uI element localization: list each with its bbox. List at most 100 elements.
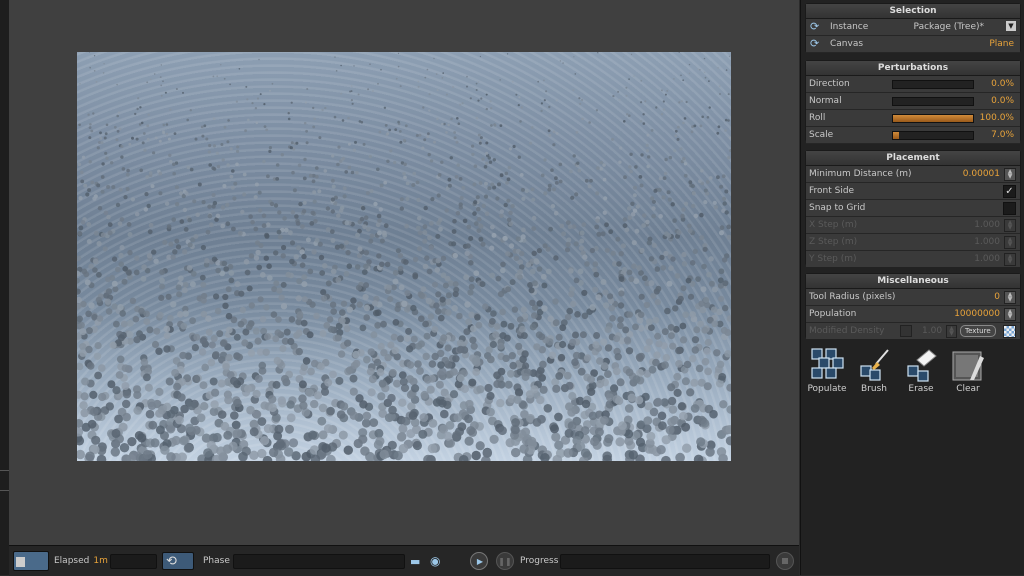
population-row[interactable]: Population 10000000 ▲ ▼ xyxy=(806,306,1020,323)
progress-label: Progress xyxy=(520,556,559,566)
erase-icon xyxy=(903,346,939,382)
perturbation-row[interactable]: Normal 0.0% xyxy=(806,93,1020,110)
forest-render-texture xyxy=(77,52,731,461)
front-side-row[interactable]: Front Side ✓ xyxy=(806,183,1020,200)
pause-button[interactable]: ❚❚ xyxy=(496,552,514,570)
perturbation-label: Scale xyxy=(809,130,834,140)
perturbation-label: Normal xyxy=(809,96,842,106)
populate-tool-button[interactable]: Populate xyxy=(805,346,849,394)
z-step-label: Z Step (m) xyxy=(809,237,858,247)
perturbations-title: Perturbations xyxy=(806,61,1020,76)
density-row: Modified Density 1.00 ▲ ▼ Texture xyxy=(806,323,1020,339)
z-step-value: 1.000 xyxy=(974,237,1000,247)
x-step-label: X Step (m) xyxy=(809,220,858,230)
brush-label: Brush xyxy=(861,384,887,394)
perturbation-value: 7.0% xyxy=(991,130,1014,140)
selection-section: Selection ⟳ Instance Package (Tree)* ▼ ⟳… xyxy=(805,3,1021,53)
snap-to-grid-row[interactable]: Snap to Grid xyxy=(806,200,1020,217)
brush-tool-button[interactable]: Brush xyxy=(852,346,896,394)
min-distance-label: Minimum Distance (m) xyxy=(809,169,912,179)
perturbation-value: 0.0% xyxy=(991,96,1014,106)
tool-radius-label: Tool Radius (pixels) xyxy=(809,292,896,302)
perturbation-row[interactable]: Direction 0.0% xyxy=(806,76,1020,93)
min-distance-spinner[interactable]: ▲ ▼ xyxy=(1004,168,1016,181)
stop-button[interactable] xyxy=(776,552,794,570)
perturbation-slider[interactable] xyxy=(892,131,974,140)
erase-label: Erase xyxy=(908,384,934,394)
snap-to-grid-label: Snap to Grid xyxy=(809,203,866,213)
instance-label: Instance xyxy=(830,22,869,32)
globe-icon[interactable]: ◉ xyxy=(430,554,440,568)
y-step-row: Y Step (m) 1.000 ▲ ▼ xyxy=(806,251,1020,267)
perturbation-slider[interactable] xyxy=(892,114,974,123)
population-value[interactable]: 10000000 xyxy=(954,306,1000,322)
min-distance-row[interactable]: Minimum Distance (m) 0.00001 ▲ ▼ xyxy=(806,166,1020,183)
density-swatch xyxy=(900,325,912,337)
perturbation-slider[interactable] xyxy=(892,97,974,106)
population-label: Population xyxy=(809,309,857,319)
instance-row[interactable]: ⟳ Instance Package (Tree)* ▼ xyxy=(806,19,1020,36)
z-step-row: Z Step (m) 1.000 ▲ ▼ xyxy=(806,234,1020,251)
density-value: 1.00 xyxy=(922,326,943,336)
clear-tool-button[interactable]: Clear xyxy=(946,346,990,394)
play-button[interactable]: ▶ xyxy=(470,552,488,570)
populate-icon xyxy=(809,346,845,382)
canvas-value: Plane xyxy=(989,39,1014,49)
y-step-value: 1.000 xyxy=(974,254,1000,264)
miscellaneous-section: Miscellaneous Tool Radius (pixels) 0 ▲ ▼ … xyxy=(805,273,1021,339)
tool-radius-row[interactable]: Tool Radius (pixels) 0 ▲ ▼ xyxy=(806,289,1020,306)
render-preview-button[interactable] xyxy=(13,551,49,571)
density-spinner: ▲ ▼ xyxy=(946,325,957,338)
placement-title: Placement xyxy=(806,151,1020,166)
x-step-value: 1.000 xyxy=(974,220,1000,230)
render-image xyxy=(77,52,731,461)
populate-label: Populate xyxy=(807,384,847,394)
perturbations-section: Perturbations Direction 0.0% Normal 0.0%… xyxy=(805,60,1021,144)
clear-label: Clear xyxy=(956,384,980,394)
texture-checker-icon[interactable] xyxy=(1003,325,1016,338)
y-step-spinner: ▲ ▼ xyxy=(1004,253,1016,266)
perturbation-label: Direction xyxy=(809,79,850,89)
perturbation-label: Roll xyxy=(809,113,826,123)
instance-dropdown-icon[interactable]: ▼ xyxy=(1006,21,1016,31)
tool-radius-spinner[interactable]: ▲ ▼ xyxy=(1004,291,1016,304)
miscellaneous-title: Miscellaneous xyxy=(806,274,1020,289)
refresh-render-button[interactable]: ⟲ xyxy=(162,552,194,570)
x-step-row: X Step (m) 1.000 ▲ ▼ xyxy=(806,217,1020,234)
phase-label: Phase xyxy=(203,556,230,566)
erase-tool-button[interactable]: Erase xyxy=(899,346,943,394)
z-step-spinner: ▲ ▼ xyxy=(1004,236,1016,249)
phase-field xyxy=(233,553,405,569)
left-edge-strip xyxy=(0,0,9,575)
x-step-spinner: ▲ ▼ xyxy=(1004,219,1016,232)
canvas-row[interactable]: ⟳ Canvas Plane xyxy=(806,36,1020,53)
render-viewport[interactable] xyxy=(9,0,799,545)
clear-icon xyxy=(950,346,986,382)
elapsed-label: Elapsed xyxy=(54,556,90,566)
snap-to-grid-checkbox[interactable] xyxy=(1003,202,1016,215)
properties-panel: Selection ⟳ Instance Package (Tree)* ▼ ⟳… xyxy=(800,0,1024,575)
density-label: Modified Density xyxy=(809,326,885,336)
brush-icon xyxy=(856,346,892,382)
front-side-checkbox[interactable]: ✓ xyxy=(1003,185,1016,198)
front-side-label: Front Side xyxy=(809,186,855,196)
perturbation-row[interactable]: Scale 7.0% xyxy=(806,127,1020,144)
tool-radius-value[interactable]: 0 xyxy=(994,289,1000,305)
perturbation-value: 0.0% xyxy=(991,79,1014,89)
progress-bar xyxy=(560,553,770,569)
texture-button[interactable]: Texture xyxy=(960,325,996,337)
sync-icon[interactable]: ⟳ xyxy=(810,38,819,50)
perturbation-value: 100.0% xyxy=(979,113,1014,123)
sync-icon[interactable]: ⟳ xyxy=(810,21,819,33)
perturbation-row[interactable]: Roll 100.0% xyxy=(806,110,1020,127)
selection-title: Selection xyxy=(806,4,1020,19)
population-spinner[interactable]: ▲ ▼ xyxy=(1004,308,1016,321)
status-bar: Elapsed 1m 21s ⟲ Phase ▬ ◉ ▶ ❚❚ Progress xyxy=(9,545,799,576)
y-step-label: Y Step (m) xyxy=(809,254,857,264)
instance-value: Package (Tree)* xyxy=(913,22,984,32)
min-distance-value[interactable]: 0.00001 xyxy=(963,166,1000,182)
perturbation-slider[interactable] xyxy=(892,80,974,89)
canvas-label: Canvas xyxy=(830,39,864,49)
monitor-icon[interactable]: ▬ xyxy=(410,555,420,568)
placement-section: Placement Minimum Distance (m) 0.00001 ▲… xyxy=(805,150,1021,267)
